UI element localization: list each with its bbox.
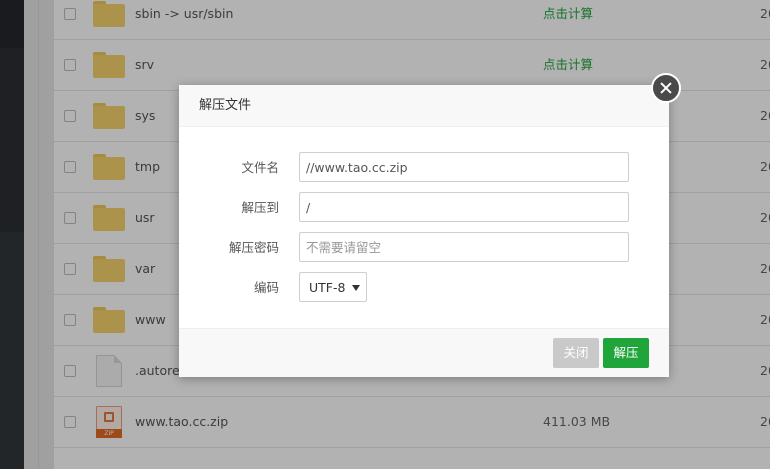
extract-button[interactable]: 解压 xyxy=(603,338,649,368)
extract-dialog: 解压文件 文件名 解压到 解压密码 编码 UTF-8 关闭 解压 xyxy=(179,85,669,377)
dialog-title: 解压文件 xyxy=(199,98,252,113)
dialog-footer: 关闭 解压 xyxy=(179,328,669,377)
encoding-label: 编码 xyxy=(253,280,279,295)
filename-input[interactable] xyxy=(299,152,629,182)
dialog-header: 解压文件 xyxy=(179,85,669,127)
password-input[interactable] xyxy=(299,232,629,262)
encoding-value: UTF-8 xyxy=(309,280,346,295)
extract-to-label: 解压到 xyxy=(241,200,279,215)
password-label: 解压密码 xyxy=(228,240,279,255)
encoding-select[interactable]: UTF-8 xyxy=(299,272,367,302)
close-button[interactable]: 关闭 xyxy=(553,338,599,368)
filename-label: 文件名 xyxy=(241,160,279,175)
extract-to-input[interactable] xyxy=(299,192,629,222)
close-icon[interactable] xyxy=(651,73,681,103)
chevron-down-icon xyxy=(352,285,360,291)
